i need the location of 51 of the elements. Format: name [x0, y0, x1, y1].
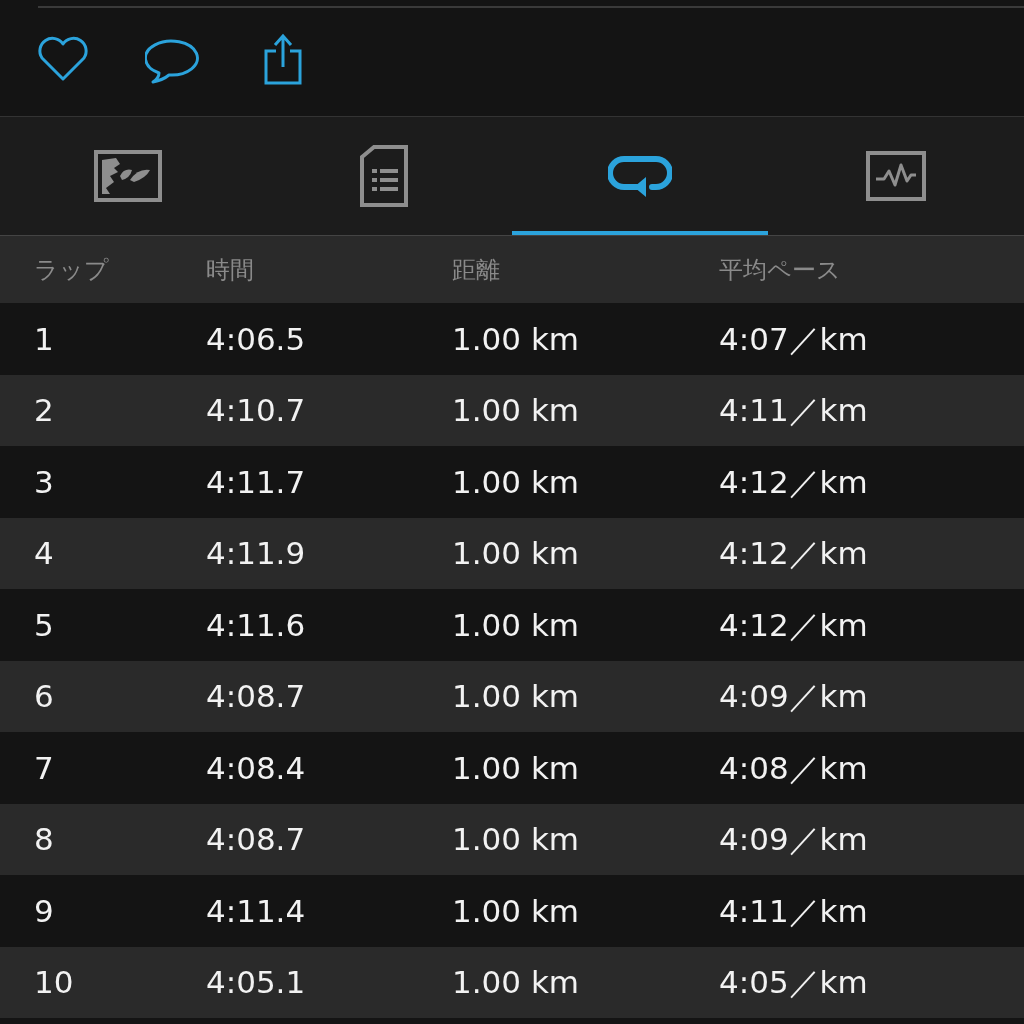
table-cell-text: 4:12／km	[719, 462, 868, 502]
heart-icon[interactable]	[37, 36, 89, 82]
share-icon[interactable]	[263, 33, 303, 85]
table-cell-text: 1	[34, 319, 54, 359]
table-cell-text: 4:08.7	[206, 677, 306, 716]
table-cell-text: 4:11.9	[206, 534, 306, 573]
table-cell-text: 4:10.7	[206, 391, 306, 430]
table-cell-text: 4:12／km	[719, 534, 868, 573]
table-cell-text: 1.00 km	[452, 391, 580, 430]
table-cell-text: 4:11／km	[719, 391, 868, 430]
speech-bubble-icon[interactable]	[145, 38, 201, 84]
map-icon	[94, 150, 162, 202]
table-cell-text: 4	[34, 534, 54, 573]
column-header: ラップ	[34, 254, 109, 286]
table-cell-text: 4:08／km	[719, 748, 868, 788]
table-cell-text: 4:08.7	[206, 820, 306, 859]
column-header: 平均ペース	[719, 254, 841, 286]
table-cell-text: 4:05.1	[206, 963, 306, 1002]
table-cell-text: 4:06.5	[206, 319, 306, 359]
table-cell-text: 1.00 km	[452, 891, 580, 931]
table-cell-text: 7	[34, 748, 54, 788]
column-header: 時間	[206, 254, 254, 286]
table-cell-text: 1.00 km	[452, 605, 580, 645]
table-cell-text: 4:12／km	[719, 605, 868, 645]
table-cell-text: 9	[34, 891, 54, 931]
table-cell-text: 1.00 km	[452, 462, 580, 502]
column-header: 距離	[452, 254, 500, 286]
loop-icon	[608, 155, 672, 197]
table-cell-text: 4:05／km	[719, 963, 868, 1002]
table-cell-text: 10	[34, 963, 74, 1002]
table-cell-text: 3	[34, 462, 54, 502]
table-cell-text: 1.00 km	[452, 534, 580, 573]
table-cell-text: 1.00 km	[452, 319, 580, 359]
table-cell-text: 1.00 km	[452, 748, 580, 788]
table-cell-text: 2	[34, 391, 54, 430]
table-cell-text: 1.00 km	[452, 820, 580, 859]
table-cell-text: 1.00 km	[452, 963, 580, 1002]
table-cell-text: 4:11.4	[206, 891, 306, 931]
document-icon	[360, 145, 408, 207]
table-cell-text: 4:07／km	[719, 319, 868, 359]
table-cell-text: 5	[34, 605, 54, 645]
table-cell-text: 4:11.7	[206, 462, 306, 502]
table-cell-text: 8	[34, 820, 54, 859]
table-cell-text: 6	[34, 677, 54, 716]
table-cell-text: 4:11.6	[206, 605, 306, 645]
table-cell-text: 1.00 km	[452, 677, 580, 716]
table-cell-text: 4:09／km	[719, 677, 868, 716]
table-cell-text: 4:11／km	[719, 891, 868, 931]
activity-icon	[866, 151, 926, 201]
table-cell-text: 4:08.4	[206, 748, 306, 788]
table-cell-text: 4:09／km	[719, 820, 868, 859]
